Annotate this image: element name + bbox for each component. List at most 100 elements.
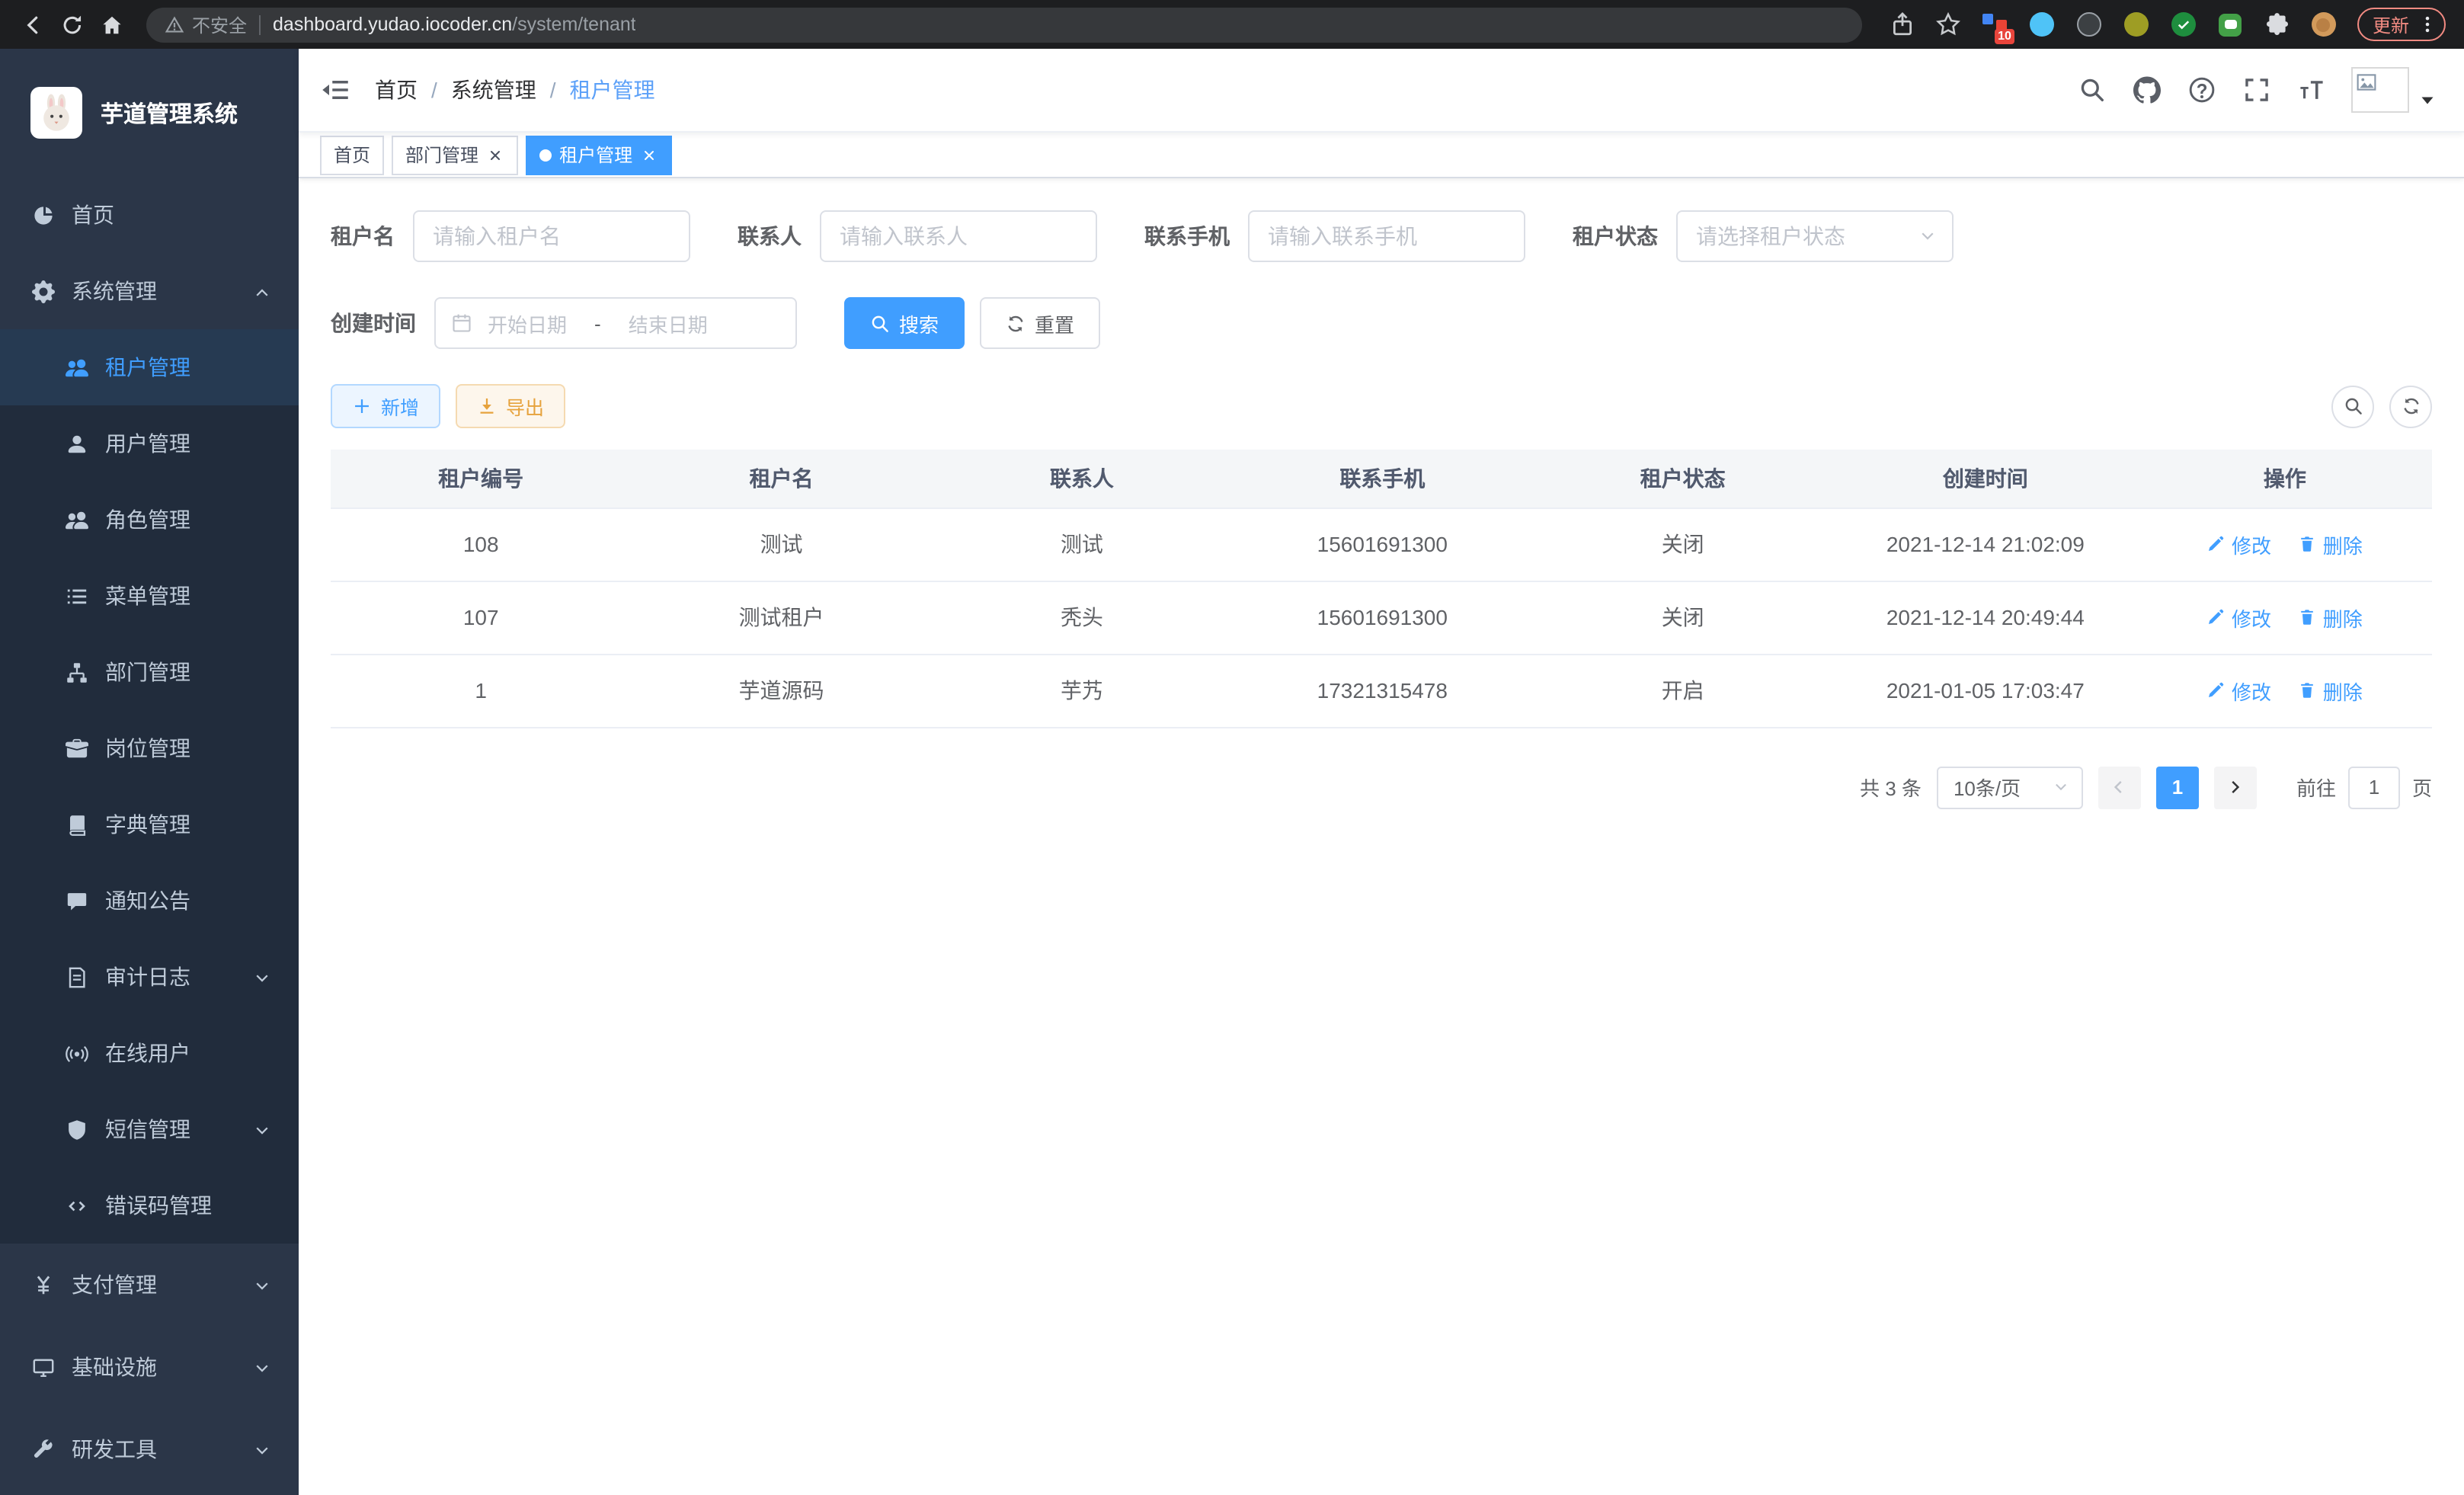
tab-tenant[interactable]: 租户管理 <box>526 135 672 174</box>
goto-page-input[interactable] <box>2348 766 2400 808</box>
sidebar-item-online-user[interactable]: 在线用户 <box>0 1015 299 1091</box>
current-page-button[interactable]: 1 <box>2156 766 2199 808</box>
browser-back-button[interactable] <box>12 5 52 44</box>
profile-avatar-icon[interactable] <box>2310 11 2338 38</box>
toggle-search-button[interactable] <box>2331 385 2374 427</box>
breadcrumb-system[interactable]: 系统管理 <box>451 75 536 105</box>
sidebar-item-payment[interactable]: 支付管理 <box>0 1244 299 1326</box>
cell-phone: 17321315478 <box>1232 654 1532 727</box>
cell-actions: 修改 删除 <box>2138 654 2432 727</box>
browser-home-button[interactable] <box>91 5 131 44</box>
browser-menu-dots-icon <box>2417 14 2438 35</box>
start-date-placeholder: 开始日期 <box>488 309 567 338</box>
sidebar-collapse-button[interactable] <box>320 75 350 105</box>
page-size-select[interactable]: 10条/页 <box>1937 766 2083 808</box>
column-header: 租户名 <box>631 450 931 507</box>
github-icon[interactable] <box>2132 75 2161 104</box>
help-icon[interactable] <box>2187 75 2216 104</box>
breadcrumb-home[interactable]: 首页 <box>375 75 418 105</box>
browser-reload-button[interactable] <box>52 5 91 44</box>
export-button[interactable]: 导出 <box>456 384 565 428</box>
fullscreen-icon[interactable] <box>2242 75 2270 104</box>
sidebar-item-sms[interactable]: 短信管理 <box>0 1091 299 1167</box>
add-button[interactable]: 新增 <box>331 384 440 428</box>
tenant-status-select[interactable]: 请选择租户状态 <box>1676 210 1954 262</box>
list-icon <box>64 584 88 608</box>
sidebar-item-audit-log[interactable]: 审计日志 <box>0 939 299 1015</box>
chevron-down-icon <box>2053 779 2069 796</box>
sidebar-item-home[interactable]: 首页 <box>0 177 299 253</box>
tab-home[interactable]: 首页 <box>320 135 384 174</box>
tenant-name-input[interactable] <box>413 210 690 262</box>
edit-button[interactable]: 修改 <box>2207 603 2271 632</box>
contact-input[interactable] <box>820 210 1097 262</box>
sidebar-item-system[interactable]: 系统管理 <box>0 253 299 329</box>
browser-chrome: 不安全 dashboard.yudao.iocoder.cn/system/te… <box>0 0 2464 49</box>
sidebar-item-menu[interactable]: 菜单管理 <box>0 558 299 634</box>
sidebar-item-tenant[interactable]: 租户管理 <box>0 329 299 405</box>
cell-contact: 测试 <box>932 507 1232 581</box>
tab-dept[interactable]: 部门管理 <box>392 135 518 174</box>
tenant-name-label: 租户名 <box>331 221 395 251</box>
create-time-range-picker[interactable]: 开始日期 - 结束日期 <box>434 297 797 349</box>
refresh-icon <box>2401 396 2421 416</box>
org-tree-icon <box>64 660 88 684</box>
header-search-icon[interactable] <box>2077 75 2106 104</box>
address-bar[interactable]: 不安全 dashboard.yudao.iocoder.cn/system/te… <box>146 7 1862 42</box>
cell-created: 2021-01-05 17:03:47 <box>1833 654 2138 727</box>
search-icon <box>870 313 890 333</box>
font-size-icon[interactable] <box>2296 75 2325 104</box>
extension-blocker-icon[interactable]: 10 <box>1981 11 2008 38</box>
sidebar-item-post[interactable]: 岗位管理 <box>0 710 299 786</box>
bookmark-star-icon[interactable] <box>1935 11 1961 37</box>
app-logo[interactable]: 芋道管理系统 <box>0 49 299 177</box>
contact-phone-label: 联系手机 <box>1144 221 1230 251</box>
edit-button[interactable]: 修改 <box>2207 530 2271 559</box>
sidebar-item-user[interactable]: 用户管理 <box>0 405 299 482</box>
briefcase-icon <box>64 736 88 760</box>
extension-check-icon[interactable] <box>2170 11 2197 38</box>
delete-button[interactable]: 删除 <box>2299 676 2363 705</box>
column-header: 操作 <box>2138 450 2432 507</box>
sidebar-item-infra[interactable]: 基础设施 <box>0 1326 299 1408</box>
extension-chat-icon[interactable] <box>2217 11 2245 38</box>
delete-button[interactable]: 删除 <box>2299 530 2363 559</box>
chevron-up-icon <box>253 282 271 300</box>
sidebar-item-role[interactable]: 角色管理 <box>0 482 299 558</box>
update-label: 更新 <box>2373 11 2409 37</box>
sidebar-item-dict[interactable]: 字典管理 <box>0 786 299 863</box>
delete-button[interactable]: 删除 <box>2299 603 2363 632</box>
contact-phone-input[interactable] <box>1248 210 1525 262</box>
prev-page-button[interactable] <box>2098 766 2141 808</box>
user-avatar-menu[interactable] <box>2351 67 2437 113</box>
cell-tenant-name: 芋道源码 <box>631 654 931 727</box>
column-header: 联系手机 <box>1232 450 1532 507</box>
search-icon <box>2343 396 2363 416</box>
extensions-puzzle-icon[interactable] <box>2264 11 2290 37</box>
sidebar-item-error-code[interactable]: 错误码管理 <box>0 1167 299 1244</box>
sidebar-item-dev-tools[interactable]: 研发工具 <box>0 1408 299 1490</box>
reset-button[interactable]: 重置 <box>980 297 1100 349</box>
share-icon[interactable] <box>1890 11 1915 37</box>
extension-globe-icon[interactable] <box>2075 11 2103 38</box>
sidebar-item-notice[interactable]: 通知公告 <box>0 863 299 939</box>
cell-status: 关闭 <box>1533 507 1833 581</box>
cell-tenant-id: 107 <box>331 581 631 654</box>
extension-olive-icon[interactable] <box>2123 11 2150 38</box>
cell-phone: 15601691300 <box>1232 581 1532 654</box>
breadcrumb-separator: / <box>431 78 437 102</box>
edit-button[interactable]: 修改 <box>2207 676 2271 705</box>
extension-drop-icon[interactable] <box>2028 11 2056 38</box>
refresh-table-button[interactable] <box>2389 385 2432 427</box>
browser-update-button[interactable]: 更新 <box>2357 8 2446 41</box>
next-page-button[interactable] <box>2214 766 2257 808</box>
cell-phone: 15601691300 <box>1232 507 1532 581</box>
filter-row-1: 租户名 联系人 联系手机 租户状态 请选择租户状态 <box>331 210 2432 262</box>
close-tab-icon[interactable] <box>486 146 504 164</box>
search-button[interactable]: 搜索 <box>844 297 965 349</box>
close-tab-icon[interactable] <box>640 146 658 164</box>
column-header: 租户编号 <box>331 450 631 507</box>
sidebar-item-dept[interactable]: 部门管理 <box>0 634 299 710</box>
trash-icon <box>2299 681 2317 699</box>
edit-icon <box>2207 608 2226 626</box>
